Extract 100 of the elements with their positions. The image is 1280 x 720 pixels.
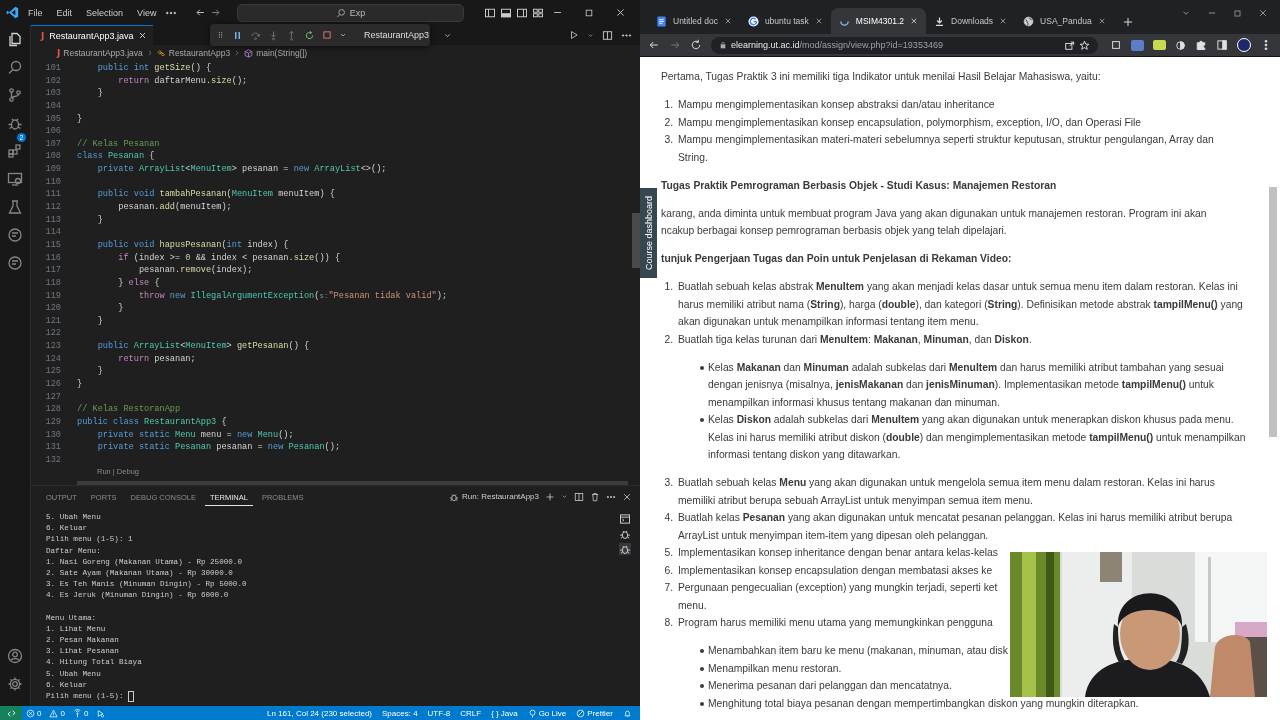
menu-item[interactable]: Selection [81,5,129,20]
terminal-name[interactable]: Run: RestaurantApp3 [462,492,539,501]
status-item[interactable]: Ln 161, Col 24 (230 selected) [267,708,372,718]
split-icon[interactable] [574,491,584,502]
text-line: ArrayList untuk menyimpan item-item yang dipesan oleh pelanggan. [678,528,990,543]
close-icon[interactable] [138,31,148,40]
browser-tab[interactable]: USA_Pandua [1015,8,1114,34]
layout-panel-icon[interactable] [500,6,513,19]
close-icon[interactable] [622,491,632,502]
plus-icon[interactable] [545,491,555,502]
restart-icon[interactable] [304,29,315,41]
status-item[interactable]: 0 [83,708,89,718]
step-into-icon[interactable] [268,29,279,41]
breadcrumb-item[interactable]: main(String[]) [256,48,308,58]
back-arrow-icon[interactable] [194,7,206,18]
status-item[interactable]: Spaces: 4 [382,708,418,718]
status-item[interactable]: UTF-8 [427,708,451,718]
stop-icon[interactable] [322,30,332,40]
extension-icon[interactable] [1131,39,1144,51]
search-icon[interactable] [7,59,23,75]
menu-item[interactable]: View [132,5,162,20]
code-line: private ArrayList<MenuItem> pesanan = new ArrayList<>(); [96,163,387,176]
close-icon[interactable] [1258,8,1268,18]
menu-item[interactable]: File [23,5,48,20]
forward-arrow-icon[interactable] [209,7,221,18]
extensions-icon[interactable] [7,143,23,159]
status-item[interactable]: 0 [60,708,65,718]
new-tab-icon[interactable] [1121,16,1134,28]
layout-secondary-icon[interactable] [516,6,529,19]
status-item[interactable]: Go Live [538,708,567,718]
status-item[interactable]: Java [500,708,518,718]
puzzle-icon[interactable] [1195,39,1207,51]
pause-icon[interactable] [232,29,243,41]
list-number: 3. [664,476,673,490]
settings-icon[interactable] [7,676,23,692]
caret-icon[interactable] [561,493,568,500]
command-center-field[interactable]: Exp [236,3,465,22]
text-line: Menghitung total biaya pesanan dengan mempertimbangkan diskon yang mungkin diterapkan. [708,696,1139,711]
close-icon[interactable] [814,17,823,25]
status-item[interactable]: 0 [37,708,42,718]
line-number: 123 [44,340,62,353]
layout-sidebar-icon[interactable] [484,6,497,19]
browser-tab[interactable]: ubuntu task [739,8,831,34]
status-item[interactable]: Prettier [587,708,613,718]
remote-button[interactable] [0,706,22,720]
menu-item[interactable]: Edit [51,5,78,20]
bell-icon[interactable] [623,708,632,718]
back-arrow-icon[interactable] [648,39,660,51]
reload-icon[interactable] [690,39,702,51]
terminal-icon[interactable] [619,513,631,525]
close-icon[interactable] [910,17,919,25]
breadcrumb-item[interactable]: RestaurantApp3.java [63,48,143,58]
caret-icon[interactable] [339,31,347,39]
launch-config[interactable]: RestaurantApp3 [364,30,430,40]
close-icon[interactable] [999,17,1008,25]
files-icon[interactable] [7,31,23,47]
remote-icon [6,708,16,718]
line-number: 122 [44,327,62,341]
editor-tab[interactable]: J RestaurantApp3.java [31,25,154,45]
line-number: 104 [44,99,62,113]
trash-icon[interactable] [590,491,600,502]
debug-run-icon[interactable] [96,708,106,718]
browser-tab[interactable]: Untitled doc [648,8,740,34]
bug-icon[interactable] [619,528,631,540]
scrollbar-thumb[interactable] [1269,187,1277,437]
source-control-icon[interactable] [7,87,23,103]
section-heading: Tugas Praktik Pemrograman Berbasis Objek - Studi Kasus: Manajemen Restoran [661,178,1057,193]
account-icon[interactable] [7,648,23,664]
address-bar[interactable]: elearning.ut.ac.id/mod/assign/view.php?id=19353469 [711,36,1098,54]
split-editor-icon[interactable] [602,29,613,41]
status-item[interactable]: CRLF [460,708,482,718]
step-out-icon[interactable] [286,29,297,41]
side-panel-icon[interactable] [1216,39,1228,51]
remote-explorer-icon[interactable] [7,171,23,187]
star-icon[interactable] [1079,39,1090,51]
extension-icon[interactable] [1153,40,1166,50]
close-icon[interactable] [615,7,627,18]
drawer-tab[interactable]: Course dashboard [640,188,657,278]
browser-tab[interactable]: MSIM4301.2 [830,8,927,34]
maximize-icon[interactable] [584,7,595,18]
close-icon[interactable] [1097,17,1106,25]
line-number: 119 [44,289,62,303]
line-number: 131 [44,441,62,454]
window-icon[interactable] [1110,39,1122,51]
run-icon[interactable] [569,30,579,40]
browser-tab[interactable]: Downloads [926,8,1016,34]
caret-icon[interactable] [587,31,594,39]
profile-avatar[interactable] [1237,38,1251,52]
close-icon[interactable] [723,17,732,25]
code-line: } [96,213,103,227]
braces-icon: { } [491,708,499,718]
text-line: Buatlah tiga kelas turunan dari MenuItem: Makanan, Minuman, dan Diskon. [678,332,1032,347]
flask-icon[interactable] [7,199,23,215]
half-circle-icon[interactable] [1175,39,1186,51]
breadcrumb-item[interactable]: RestaurantApp3 [168,48,231,58]
scrollbar-thumb[interactable] [632,213,640,268]
layout-grid-icon[interactable] [532,6,545,19]
bug-icon[interactable] [619,543,631,555]
code-line: } else { [117,276,160,290]
share-icon[interactable] [1064,39,1075,51]
